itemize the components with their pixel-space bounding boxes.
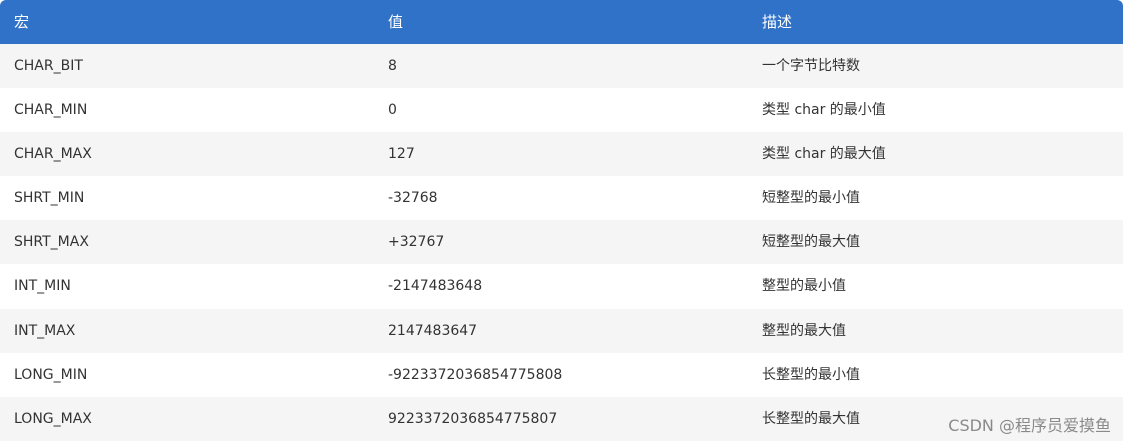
cell-macro: SHRT_MIN <box>14 190 85 207</box>
cell-macro: SHRT_MAX <box>14 234 89 251</box>
cell-value: -9223372036854775808 <box>388 366 563 383</box>
cell-macro: LONG_MAX <box>14 410 92 427</box>
table-row: LONG_MIN -9223372036854775808 长整型的最小值 <box>0 352 1123 397</box>
table-row: CHAR_MAX 127 类型 char 的最大值 <box>0 132 1123 177</box>
cell-description: 整型的最大值 <box>762 322 846 339</box>
header-macro: 宏 <box>14 13 30 31</box>
cell-value: 2147483647 <box>388 322 478 339</box>
cell-value: -2147483648 <box>388 278 483 295</box>
cell-macro: LONG_MIN <box>14 366 88 383</box>
cell-description: 一个字节比特数 <box>762 58 860 74</box>
cell-value: 0 <box>388 102 397 119</box>
cell-value: 127 <box>388 146 415 163</box>
csdn-watermark: CSDN @程序员爱摸鱼 <box>948 416 1111 435</box>
cell-description: 类型 char 的最小值 <box>762 102 886 119</box>
cell-macro: CHAR_MAX <box>14 146 92 163</box>
table-row: SHRT_MAX +32767 短整型的最大值 <box>0 220 1123 265</box>
macro-table: 宏 值 描述 CHAR_BIT 8 一个字节比特数 CHAR_MIN 0 类型 … <box>0 0 1123 441</box>
table-body: CHAR_BIT 8 一个字节比特数 CHAR_MIN 0 类型 char 的最… <box>0 44 1123 441</box>
cell-description: 类型 char 的最大值 <box>762 146 886 163</box>
cell-macro: INT_MAX <box>14 322 76 339</box>
cell-description: 长整型的最小值 <box>762 366 860 383</box>
header-description: 描述 <box>762 13 793 31</box>
cell-macro: INT_MIN <box>14 278 71 295</box>
cell-macro: CHAR_BIT <box>14 58 83 74</box>
table-header: 宏 值 描述 <box>0 0 1123 44</box>
cell-value: +32767 <box>388 234 445 251</box>
cell-value: 9223372036854775807 <box>388 410 558 427</box>
cell-description: 长整型的最大值 <box>762 410 860 427</box>
cell-value: 8 <box>388 58 397 74</box>
cell-description: 短整型的最小值 <box>762 190 860 207</box>
cell-description: 短整型的最大值 <box>762 234 860 251</box>
table-row: CHAR_BIT 8 一个字节比特数 <box>0 44 1123 89</box>
cell-value: -32768 <box>388 190 438 207</box>
cell-description: 整型的最小值 <box>762 278 846 295</box>
table-row: INT_MAX 2147483647 整型的最大值 <box>0 308 1123 353</box>
table-row: SHRT_MIN -32768 短整型的最小值 <box>0 176 1123 221</box>
table-row: CHAR_MIN 0 类型 char 的最小值 <box>0 88 1123 133</box>
header-value: 值 <box>388 13 404 31</box>
cell-macro: CHAR_MIN <box>14 102 88 119</box>
table-row: INT_MIN -2147483648 整型的最小值 <box>0 264 1123 309</box>
